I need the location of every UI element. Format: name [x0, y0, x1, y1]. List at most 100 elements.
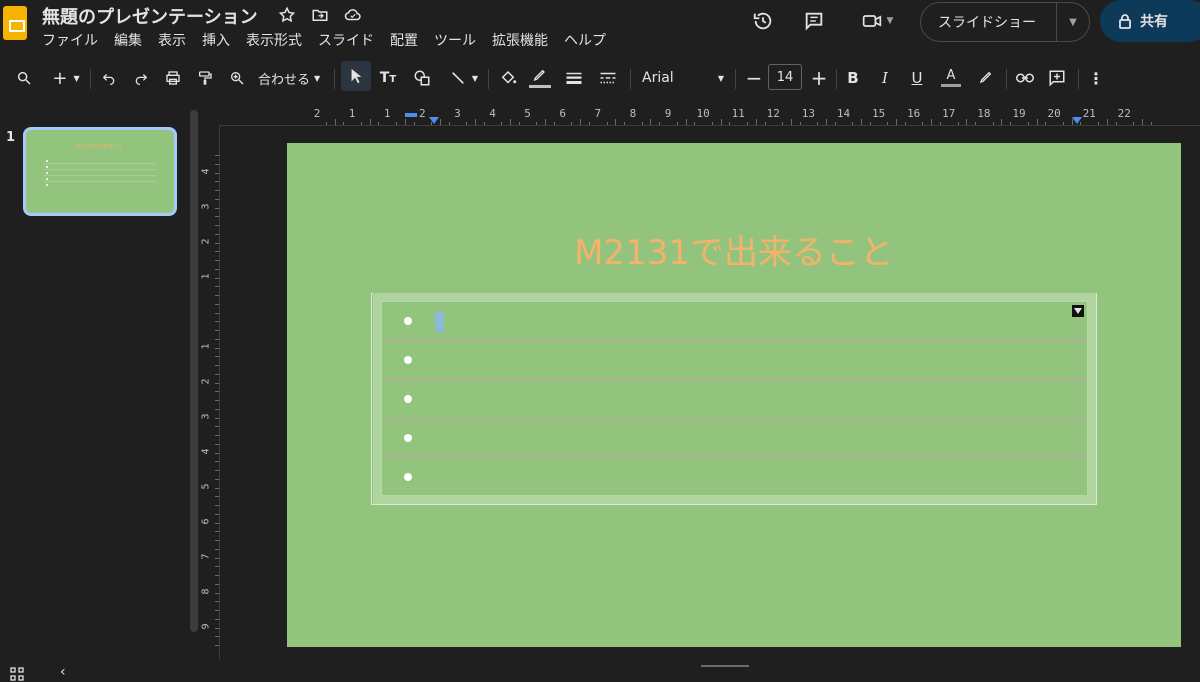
menu-help[interactable]: ヘルプ: [564, 30, 614, 50]
ruler-label: 1: [383, 107, 391, 120]
ruler-label: 22: [1117, 107, 1131, 120]
toolbar-divider: [1006, 69, 1007, 89]
border-dash-icon[interactable]: [596, 63, 620, 93]
new-slide-button[interactable]: + ▼: [48, 63, 84, 93]
undo-icon[interactable]: [98, 63, 120, 93]
zoom-label: 合わせる: [258, 72, 311, 88]
select-icon[interactable]: [341, 61, 371, 91]
filmstrip-scrollbar[interactable]: [190, 110, 198, 632]
toolbar: + ▼ 合わせる ▼ TT ▼ Arial ▼ − 14 + B I U A ⋮: [0, 59, 1200, 97]
ruler-label: 3: [200, 203, 212, 210]
comment-add-icon[interactable]: [1046, 63, 1068, 93]
ruler-label: 12: [766, 107, 780, 120]
more-icon[interactable]: ⋮: [1086, 63, 1106, 93]
resize-handle[interactable]: •: [375, 295, 380, 303]
slide-thumbnail[interactable]: M2131で出来ること: [23, 127, 177, 216]
history-icon[interactable]: [750, 8, 776, 34]
resize-handle[interactable]: •: [1088, 295, 1093, 303]
ruler-label: 14: [836, 107, 851, 120]
star-icon[interactable]: [276, 4, 298, 26]
highlight-icon[interactable]: [974, 63, 996, 93]
ruler-label: 2: [200, 238, 212, 245]
paint-format-icon[interactable]: [194, 63, 216, 93]
thumbnail-bullet: [46, 184, 48, 186]
italic-icon[interactable]: I: [876, 63, 894, 93]
share-button[interactable]: 共有: [1100, 0, 1200, 42]
underline-icon[interactable]: U: [908, 63, 926, 93]
ruler-label: 4: [489, 107, 496, 120]
ruler-label: 3: [454, 107, 461, 120]
speaker-notes-handle[interactable]: [701, 665, 749, 667]
menu-view[interactable]: 表示: [158, 30, 194, 50]
ruler-label: 7: [200, 553, 212, 560]
font-select[interactable]: Arial ▼: [642, 63, 724, 93]
menu-insert[interactable]: 挿入: [202, 30, 238, 50]
bullet-list[interactable]: [381, 301, 1088, 496]
ruler-label: 11: [731, 107, 745, 120]
font-size-input[interactable]: 14: [768, 64, 802, 90]
menu-extensions[interactable]: 拡張機能: [492, 30, 556, 50]
cloud-icon[interactable]: [342, 4, 364, 26]
ruler-label: 15: [871, 107, 886, 120]
font-name: Arial: [642, 70, 674, 86]
thumbnail-bullet: [46, 160, 48, 162]
canvas-border: [219, 125, 220, 660]
text-color-icon[interactable]: A: [940, 63, 962, 93]
horizontal-ruler[interactable]: 2 1 1 2 3 4 5 6 7 8 9 10 11 12 13 14 15 16 17 18 19 20 21 22: [219, 103, 1200, 125]
thumbnail-line: [44, 175, 156, 176]
slide-title[interactable]: M2131で出来ること: [287, 225, 1181, 274]
link-icon[interactable]: [1014, 63, 1036, 93]
menu-file[interactable]: ファイル: [42, 30, 106, 50]
autofit-dropdown-icon[interactable]: [1072, 305, 1084, 317]
resize-handle[interactable]: •: [375, 495, 380, 503]
menu-slide[interactable]: スライド: [318, 30, 382, 50]
vertical-ruler[interactable]: 4 3 2 1 1 2 3 4 5 6 7 8 9: [199, 125, 219, 655]
document-title[interactable]: 無題のプレゼンテーション: [42, 3, 258, 29]
body-textbox[interactable]: • ••• • ⋮ ⋮ • ••• •: [371, 293, 1097, 505]
zoom-icon[interactable]: [226, 63, 248, 93]
slide-number: 1: [6, 130, 16, 145]
line-icon[interactable]: ▼: [444, 63, 484, 93]
resize-handle[interactable]: •: [1088, 495, 1093, 503]
collapse-icon[interactable]: ‹: [60, 664, 66, 680]
slide-canvas[interactable]: M2131で出来ること • ••• • ⋮ ⋮ • ••• •: [287, 143, 1181, 647]
thumbnail-line: [44, 181, 156, 182]
list-item[interactable]: [382, 458, 1087, 497]
meet-icon[interactable]: ▼: [855, 8, 899, 34]
list-item[interactable]: [382, 380, 1087, 419]
menu-tools[interactable]: ツール: [434, 30, 484, 50]
slideshow-dropdown-icon[interactable]: ▼: [1057, 17, 1089, 28]
ruler-label: 7: [594, 107, 602, 120]
list-item[interactable]: [382, 341, 1087, 380]
ruler-label: 2: [200, 378, 212, 385]
move-folder-icon[interactable]: [309, 4, 331, 26]
menu-format[interactable]: 表示形式: [246, 30, 310, 50]
fill-color-icon[interactable]: [496, 63, 520, 93]
toolbar-divider: [630, 69, 631, 89]
decrease-font-size-button[interactable]: −: [744, 63, 764, 93]
list-item[interactable]: [382, 302, 1087, 341]
print-icon[interactable]: [162, 63, 184, 93]
textbox-icon[interactable]: TT: [376, 63, 400, 93]
grid-view-icon[interactable]: [10, 666, 24, 681]
lock-icon: [1119, 14, 1131, 29]
thumbnail-title: M2131で出来ること: [76, 144, 124, 150]
slideshow-button[interactable]: スライドショー ▼: [920, 2, 1090, 42]
ruler-label: 2: [313, 107, 321, 120]
ruler-label: 5: [524, 107, 531, 120]
border-weight-icon[interactable]: [562, 63, 586, 93]
list-item[interactable]: [382, 419, 1087, 458]
redo-icon[interactable]: [130, 63, 152, 93]
comment-icon[interactable]: [801, 8, 827, 34]
increase-font-size-button[interactable]: +: [808, 63, 830, 93]
border-color-icon[interactable]: [528, 63, 552, 93]
shape-icon[interactable]: [410, 63, 434, 93]
slides-logo-icon[interactable]: [3, 6, 27, 40]
menu-arrange[interactable]: 配置: [390, 30, 426, 50]
ruler-label: 9: [200, 623, 212, 630]
menu-edit[interactable]: 編集: [114, 30, 150, 50]
search-icon[interactable]: [12, 63, 36, 93]
bold-icon[interactable]: B: [844, 63, 862, 93]
ruler-margin-marker[interactable]: [405, 113, 417, 117]
zoom-select[interactable]: 合わせる ▼: [258, 63, 330, 93]
